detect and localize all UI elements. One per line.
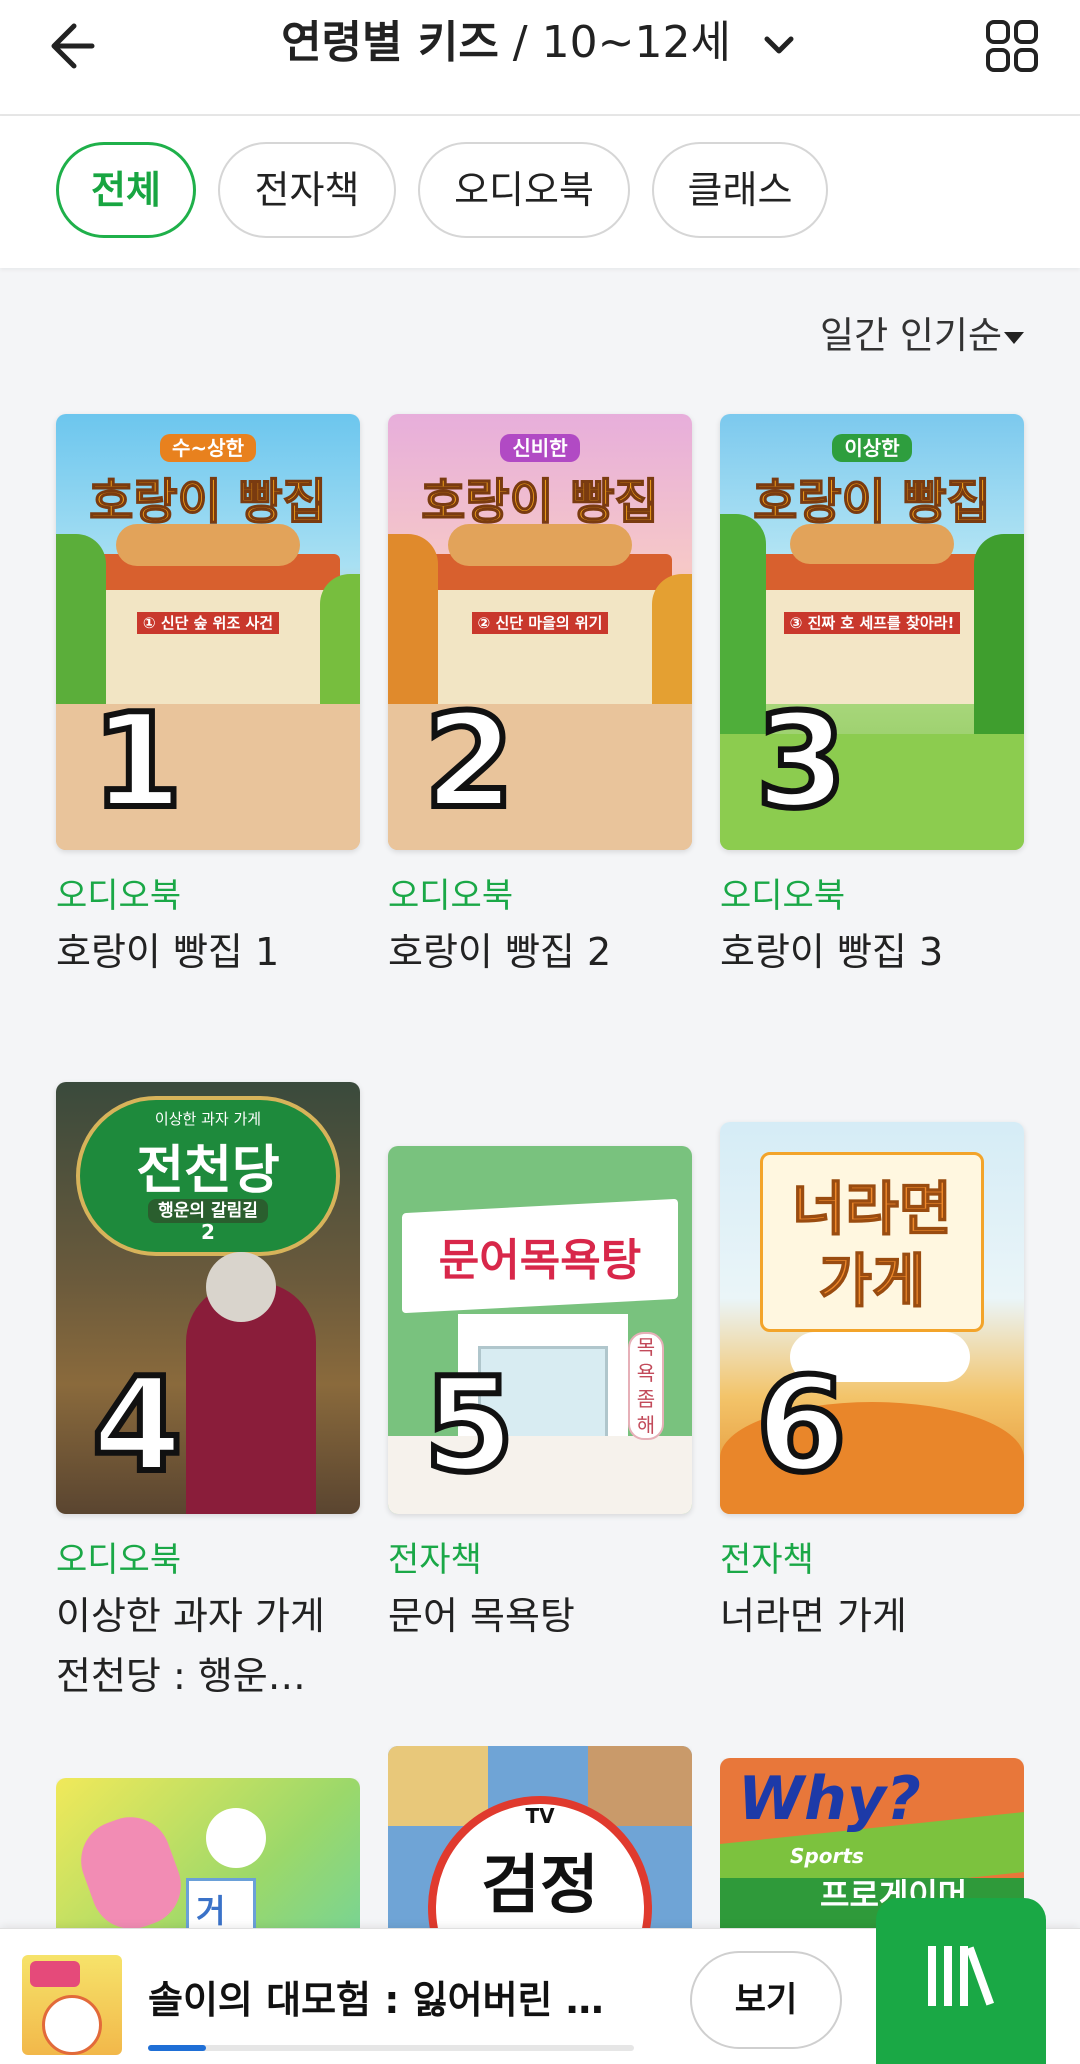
cover-title: 전천당 [136, 1140, 280, 1201]
cover-title: Why? [738, 1764, 921, 1834]
age-range-label: / 10~12세 [498, 17, 731, 68]
book-cover[interactable]: TV 검정 [388, 1746, 692, 1928]
rank-number: 2 [421, 685, 518, 837]
filter-chip-all[interactable]: 전체 [56, 142, 196, 238]
rank-number: 1 [89, 685, 186, 837]
view-button[interactable]: 보기 [690, 1951, 842, 2049]
cover-sign: 목욕좀해 [628, 1332, 664, 1440]
cover-volume: 2 [201, 1220, 215, 1244]
book-title: 너라면 가게 [720, 1594, 907, 1638]
cover-title: 호랑이 빵집 [88, 473, 327, 531]
book-title: 문어 목욕탕 [388, 1594, 575, 1638]
cover-tag: 이상한 과자 가게 [154, 1110, 262, 1128]
cover-title: 호랑이 빵집 [420, 473, 659, 531]
sort-dropdown[interactable]: 일간 인기순 [820, 312, 1002, 360]
book-title: 이상한 과자 가게 전천당 : 행운… [56, 1594, 325, 1698]
now-playing-thumbnail[interactable] [22, 1955, 122, 2055]
rank-number: 6 [753, 1349, 850, 1501]
cover-title: 거 [196, 1892, 226, 1928]
cover-tag: TV [525, 1804, 555, 1828]
cover-tag: 이상한 [832, 434, 912, 462]
format-badge: 오디오북 [720, 876, 846, 916]
filter-chip-class[interactable]: 클래스 [652, 142, 828, 238]
page-title: 연령별 키즈 [281, 17, 499, 68]
book-card[interactable]: 거 [56, 1778, 360, 1928]
cover-subtitle: ① 신단 숲 위조 사건 [136, 612, 280, 634]
book-title: 호랑이 빵집 2 [388, 930, 612, 974]
app-bar: 연령별 키즈 / 10~12세 [0, 0, 1080, 116]
library-icon [928, 1946, 995, 2006]
cover-tag: Sports [790, 1844, 864, 1868]
rank-number: 5 [421, 1349, 518, 1501]
book-title: 호랑이 빵집 3 [720, 930, 944, 974]
now-playing-title[interactable]: 솔이의 대모험 : 잃어버린 몸… [148, 1969, 638, 2024]
chevron-down-icon [764, 36, 794, 54]
filter-bar: 전체 전자책 오디오북 클래스 [0, 116, 1080, 268]
playback-progress-fill [148, 2045, 207, 2051]
rank-number: 4 [89, 1349, 186, 1501]
cover-subtitle: ③ 진짜 호 세프를 찾아라! [783, 612, 961, 634]
playback-progress [148, 2045, 634, 2051]
grid-view-icon[interactable] [978, 12, 1046, 80]
cover-tag: 신비한 [500, 434, 580, 462]
book-card[interactable]: TV 검정 [388, 1746, 692, 1928]
format-badge: 오디오북 [56, 1540, 182, 1580]
format-badge: 전자책 [388, 1540, 482, 1580]
age-category-selector[interactable]: 연령별 키즈 / 10~12세 [0, 14, 1080, 72]
format-badge: 전자책 [720, 1540, 814, 1580]
cover-title: 문어목욕탕 [438, 1235, 642, 1286]
book-title: 호랑이 빵집 1 [56, 930, 280, 974]
cover-title: 검정 [481, 1849, 599, 1923]
filter-chip-audiobook[interactable]: 오디오북 [418, 142, 630, 238]
cover-tag: 수~상한 [160, 434, 256, 462]
format-badge: 오디오북 [388, 876, 514, 916]
filter-chip-ebook[interactable]: 전자책 [218, 142, 396, 238]
cover-title-line2: 가게 [818, 1246, 926, 1316]
dropdown-arrow-icon[interactable] [1004, 332, 1024, 344]
rank-number: 3 [753, 685, 850, 837]
cover-subtitle: ② 신단 마을의 위기 [471, 612, 609, 634]
cover-title: 호랑이 빵집 [752, 473, 991, 531]
book-cover[interactable]: 거 [56, 1778, 360, 1928]
format-badge: 오디오북 [56, 876, 182, 916]
library-button[interactable] [876, 1898, 1046, 2064]
